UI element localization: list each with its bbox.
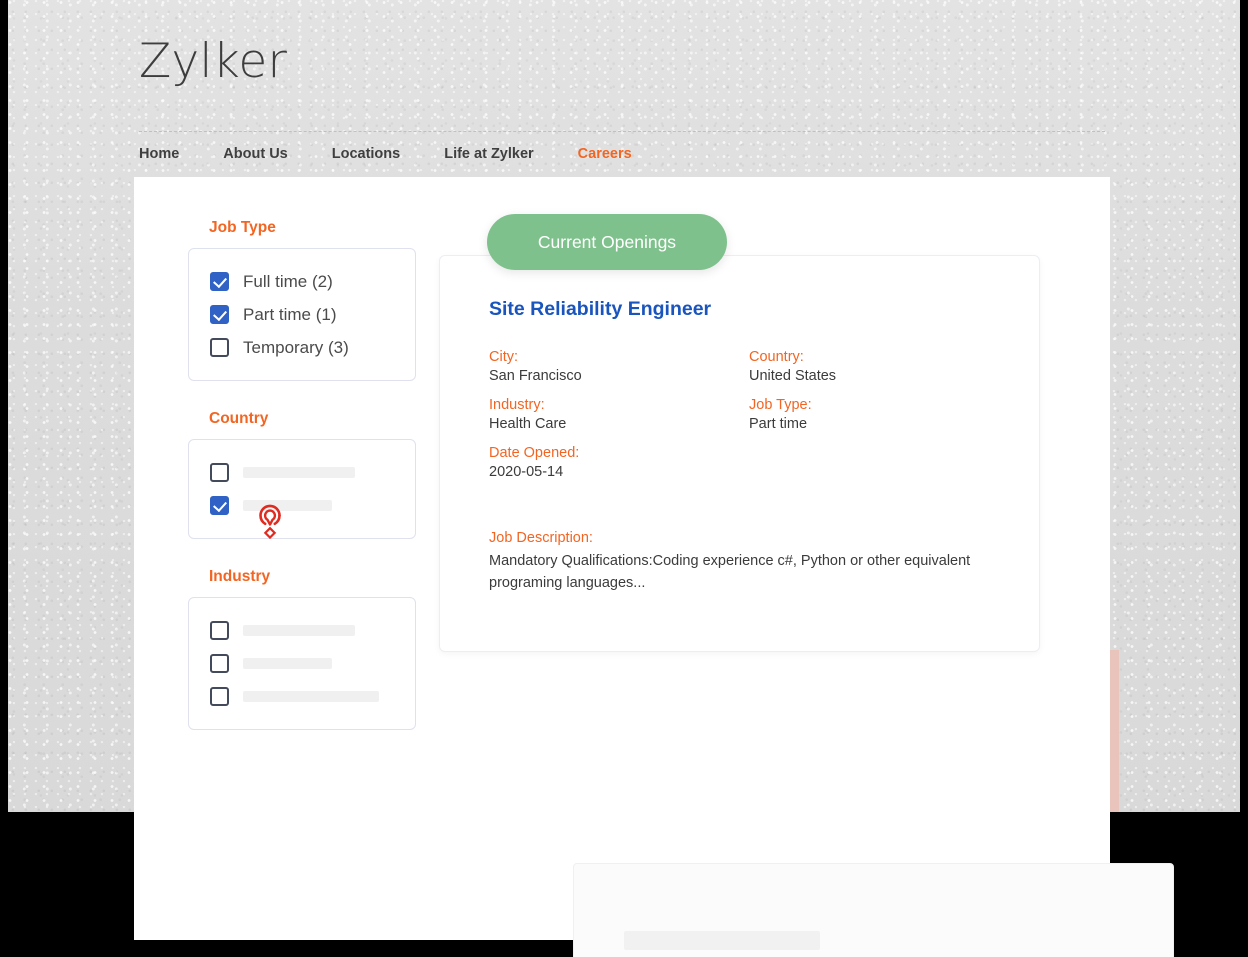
filter-option-part-time[interactable]: Part time (1) — [189, 298, 415, 331]
field-label-job-type: Job Type: — [749, 397, 812, 413]
checkbox-industry-2[interactable] — [210, 654, 229, 673]
filter-label-temporary: Temporary (3) — [243, 337, 349, 357]
nav-item-home[interactable]: Home — [139, 146, 179, 162]
checkbox-temporary[interactable] — [210, 338, 229, 357]
job-detail-fields: City: San Francisco Industry: Health Car… — [489, 349, 1009, 493]
job-fields-right-column: Country: United States Job Type: Part ti… — [749, 349, 1009, 493]
pink-accent-strip — [1110, 650, 1119, 812]
filter-panel-industry — [188, 597, 416, 730]
nav-divider — [139, 131, 1105, 132]
filter-option-industry-1[interactable] — [189, 614, 415, 647]
filter-panel-job-type: Full time (2) Part time (1) Temporary (3… — [188, 248, 416, 381]
placeholder-bar-title — [624, 931, 820, 950]
field-label-country: Country: — [749, 349, 804, 365]
field-label-date-opened: Date Opened: — [489, 445, 580, 461]
checkbox-industry-3[interactable] — [210, 687, 229, 706]
filter-heading-job-type: Job Type — [209, 219, 276, 236]
checkbox-industry-1[interactable] — [210, 621, 229, 640]
placeholder-bar-industry-1 — [243, 625, 355, 636]
field-label-job-description: Job Description: — [489, 530, 593, 546]
nav-item-about-us[interactable]: About Us — [223, 146, 287, 162]
field-value-city: San Francisco — [489, 368, 582, 384]
filter-panel-country — [188, 439, 416, 539]
filter-label-part-time: Part time (1) — [243, 304, 337, 324]
checkbox-country-1[interactable] — [210, 463, 229, 482]
screenshot-stage: Zylker Home About Us Locations Life at Z… — [0, 0, 1248, 957]
checkbox-full-time[interactable] — [210, 272, 229, 291]
field-value-job-type: Part time — [749, 416, 808, 432]
filter-heading-country: Country — [209, 410, 269, 427]
brand-logo: Zylker — [139, 34, 288, 89]
field-value-industry: Health Care — [489, 416, 567, 432]
nav-item-life-at-zylker[interactable]: Life at Zylker — [444, 146, 533, 162]
checkbox-country-2[interactable] — [210, 496, 229, 515]
filter-option-full-time[interactable]: Full time (2) — [189, 265, 415, 298]
filter-option-country-2[interactable] — [189, 489, 415, 522]
current-openings-button[interactable]: Current Openings — [487, 214, 727, 270]
nav-item-locations[interactable]: Locations — [332, 146, 400, 162]
placeholder-bar-industry-3 — [243, 691, 379, 702]
filter-label-full-time: Full time (2) — [243, 271, 333, 291]
job-card-placeholder — [573, 863, 1174, 957]
field-label-industry: Industry: — [489, 397, 545, 413]
job-fields-left-column: City: San Francisco Industry: Health Car… — [489, 349, 749, 493]
main-navigation: Home About Us Locations Life at Zylker C… — [139, 146, 632, 162]
field-label-city: City: — [489, 349, 518, 365]
field-value-country: United States — [749, 368, 837, 384]
nav-item-careers[interactable]: Careers — [578, 146, 632, 162]
filter-option-country-1[interactable] — [189, 456, 415, 489]
field-value-date-opened: 2020-05-14 — [489, 464, 564, 480]
placeholder-bar-industry-2 — [243, 658, 332, 669]
job-description-block: Job Description: Mandatory Qualification… — [489, 530, 1009, 595]
job-listing-card: Site Reliability Engineer City: San Fran… — [439, 255, 1040, 652]
placeholder-bar-country-1 — [243, 467, 355, 478]
filter-option-temporary[interactable]: Temporary (3) — [189, 331, 415, 364]
filter-sidebar: Job Type Full time (2) Part time (1) Tem… — [188, 219, 416, 730]
checkbox-part-time[interactable] — [210, 305, 229, 324]
filter-option-industry-3[interactable] — [189, 680, 415, 713]
job-title-link[interactable]: Site Reliability Engineer — [489, 298, 711, 321]
placeholder-bar-country-2 — [243, 500, 332, 511]
field-value-job-description: Mandatory Qualifications:Coding experien… — [489, 553, 971, 592]
filter-option-industry-2[interactable] — [189, 647, 415, 680]
filter-heading-industry: Industry — [209, 568, 271, 585]
